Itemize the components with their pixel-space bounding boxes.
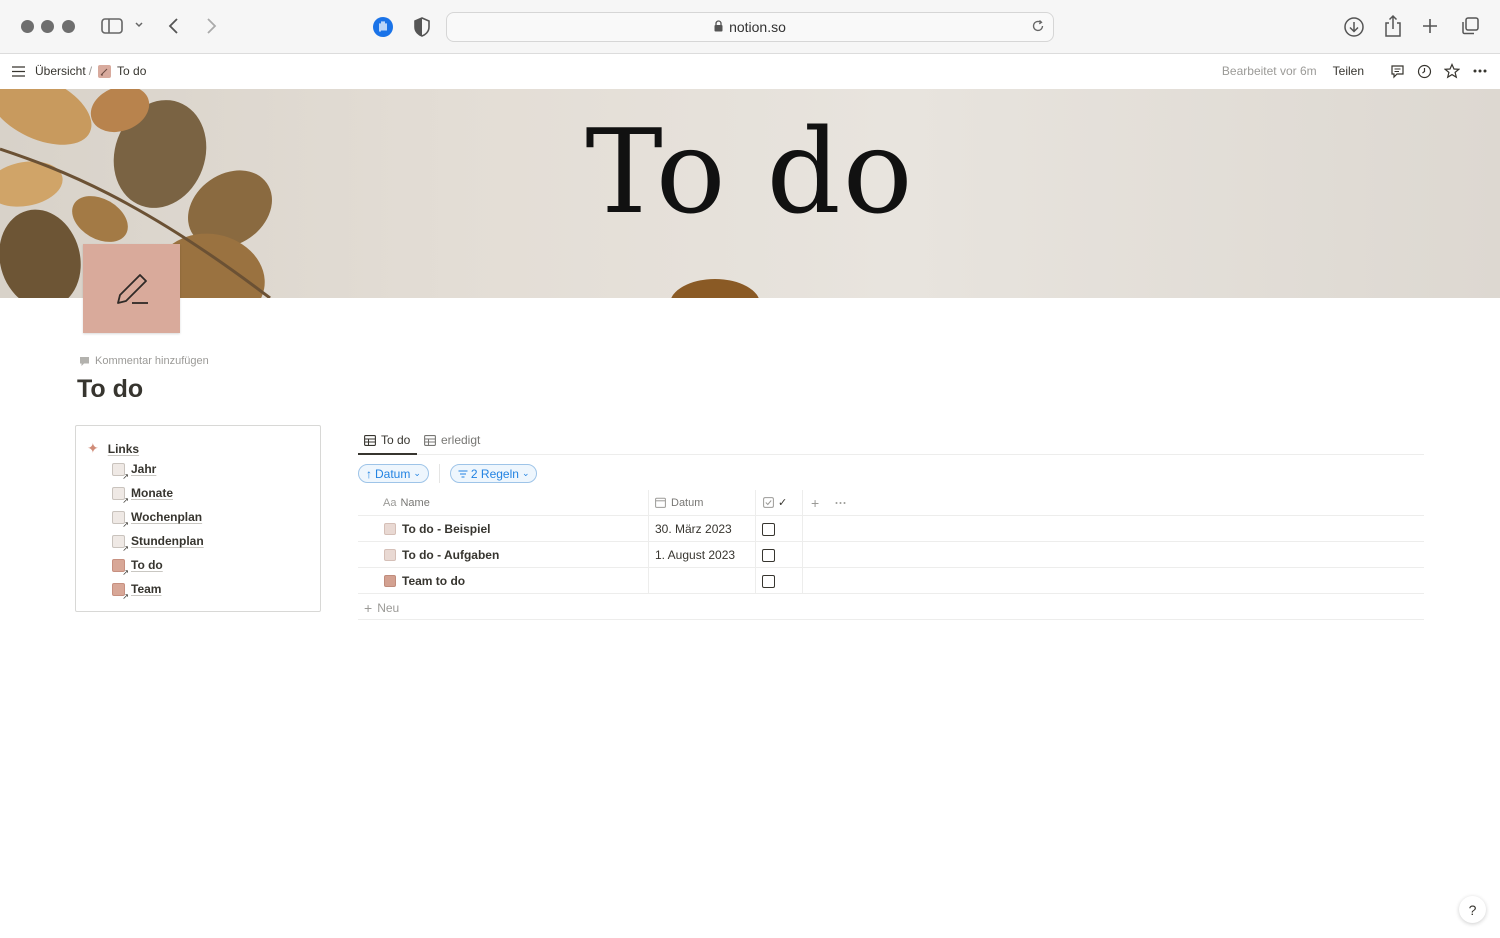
zoom-window-button[interactable] xyxy=(62,20,75,33)
row-name-cell[interactable]: Team to do xyxy=(384,568,465,594)
filter-divider xyxy=(438,464,440,483)
comment-icon[interactable] xyxy=(1390,64,1405,79)
pen-icon xyxy=(116,273,148,304)
download-icon[interactable] xyxy=(1343,16,1365,38)
text-type-icon: Aa xyxy=(383,496,397,509)
row-checkbox[interactable] xyxy=(762,549,775,562)
column-header-date[interactable]: Datum xyxy=(655,490,703,515)
row-date-cell[interactable]: 1. August 2023 xyxy=(655,542,735,568)
link-item-jahr[interactable]: Jahr xyxy=(112,462,156,481)
table-row[interactable]: Team to do xyxy=(358,568,1424,594)
page-link-icon xyxy=(112,510,129,529)
help-button[interactable]: ? xyxy=(1459,896,1486,923)
table-icon xyxy=(424,434,436,446)
filter-rules-chip[interactable]: 2 Regeln ⌄ xyxy=(449,464,538,483)
table-row[interactable]: To do - Aufgaben 1. August 2023 xyxy=(358,542,1424,568)
clock-icon[interactable] xyxy=(1417,64,1432,79)
sparkle-icon: ✦ xyxy=(87,440,99,456)
chevron-down-icon[interactable] xyxy=(134,20,144,30)
new-tab-icon[interactable] xyxy=(1421,17,1439,35)
cover-image: To do xyxy=(0,89,1500,298)
close-window-button[interactable] xyxy=(21,20,34,33)
minimize-window-button[interactable] xyxy=(41,20,54,33)
more-icon[interactable] xyxy=(1472,63,1488,79)
page-link-icon xyxy=(112,582,129,601)
page-icon xyxy=(384,549,396,561)
links-heading[interactable]: ✦ Links xyxy=(87,440,139,457)
cover-title-text: To do xyxy=(585,105,915,240)
edited-timestamp: Bearbeitet vor 6m xyxy=(1221,64,1317,78)
breadcrumb: Übersicht / To do xyxy=(12,64,146,78)
database-view-tabs: To do erledigt xyxy=(358,430,1424,455)
pen-icon xyxy=(98,64,112,78)
plus-icon: + xyxy=(364,600,373,616)
tab-erledigt[interactable]: erledigt xyxy=(424,433,480,447)
link-item-team[interactable]: Team xyxy=(112,582,161,601)
add-column-icon[interactable]: + xyxy=(811,490,819,515)
breadcrumb-separator: / xyxy=(88,64,93,78)
active-tab-indicator xyxy=(358,453,417,455)
sort-chip[interactable]: ↑ Datum ⌄ xyxy=(358,464,429,483)
page-link-icon xyxy=(112,486,129,505)
shield-icon[interactable] xyxy=(413,17,431,37)
new-row-button[interactable]: + Neu xyxy=(358,597,1424,620)
reload-icon[interactable] xyxy=(1031,19,1045,36)
url-text: notion.so xyxy=(729,19,786,35)
browser-toolbar: notion.so xyxy=(0,0,1500,54)
menu-icon[interactable] xyxy=(12,65,25,77)
link-item-monate[interactable]: Monate xyxy=(112,486,173,505)
column-header-checkbox[interactable]: ✓ xyxy=(763,490,787,515)
share-button[interactable]: Teilen xyxy=(1333,64,1364,78)
address-bar[interactable]: notion.so xyxy=(446,12,1054,42)
calendar-icon xyxy=(655,497,666,508)
share-icon[interactable] xyxy=(1383,14,1403,38)
page-link-icon xyxy=(112,462,129,481)
arrow-up-icon: ↑ xyxy=(366,466,372,481)
page-icon[interactable] xyxy=(83,244,180,333)
chevron-down-icon: ⌄ xyxy=(521,468,530,478)
page-icon xyxy=(384,523,396,535)
chevron-down-icon: ⌄ xyxy=(413,468,421,478)
lock-icon xyxy=(714,19,723,35)
row-date-cell[interactable]: 30. März 2023 xyxy=(655,516,732,542)
page-title[interactable]: To do xyxy=(77,375,143,404)
link-item-wochenplan[interactable]: Wochenplan xyxy=(112,510,202,529)
column-options-icon[interactable] xyxy=(835,490,846,515)
add-comment-button[interactable]: Kommentar hinzufügen xyxy=(79,355,209,367)
back-arrow-icon[interactable] xyxy=(167,17,181,35)
forward-arrow-icon[interactable] xyxy=(204,17,218,35)
link-item-stundenplan[interactable]: Stundenplan xyxy=(112,534,204,553)
table-row[interactable]: To do - Beispiel 30. März 2023 xyxy=(358,516,1424,542)
tab-overview-icon[interactable] xyxy=(1460,16,1480,36)
filter-bar: ↑ Datum ⌄ 2 Regeln ⌄ xyxy=(358,464,538,483)
table-icon xyxy=(364,434,376,446)
notion-topbar: Übersicht / To do Bearbeitet vor 6m Teil… xyxy=(0,55,1500,89)
breadcrumb-current[interactable]: To do xyxy=(117,64,146,78)
hand-privacy-icon[interactable] xyxy=(372,16,394,38)
tab-to-do[interactable]: To do xyxy=(364,433,410,447)
breadcrumb-root[interactable]: Übersicht xyxy=(35,64,86,78)
checkbox-type-icon xyxy=(763,497,774,508)
row-checkbox[interactable] xyxy=(762,523,775,536)
row-name-cell[interactable]: To do - Aufgaben xyxy=(384,542,499,568)
links-callout: ✦ Links Jahr Monate Wochenplan Stundenpl… xyxy=(75,425,321,612)
add-comment-label: Kommentar hinzufügen xyxy=(95,355,209,367)
row-checkbox[interactable] xyxy=(762,575,775,588)
row-name-cell[interactable]: To do - Beispiel xyxy=(384,516,490,542)
page-link-icon xyxy=(112,558,129,577)
topbar-actions: Bearbeitet vor 6m Teilen xyxy=(1222,63,1488,79)
page-link-icon xyxy=(112,534,129,553)
star-icon[interactable] xyxy=(1444,63,1460,79)
comment-icon xyxy=(79,356,90,367)
table-header: Aa Name Datum ✓ + xyxy=(358,490,1424,516)
sidebar-toggle-icon[interactable] xyxy=(101,17,123,35)
column-header-name[interactable]: Aa Name xyxy=(383,490,430,515)
link-item-to-do[interactable]: To do xyxy=(112,558,163,577)
filter-icon xyxy=(458,467,468,481)
page-icon xyxy=(384,575,396,587)
